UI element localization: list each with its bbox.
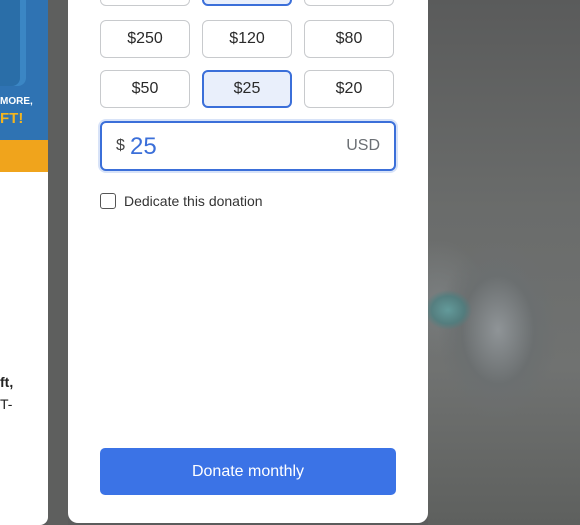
- promo-text-gift: FT!: [0, 110, 24, 127]
- custom-amount-input[interactable]: [128, 131, 332, 163]
- donate-monthly-button[interactable]: Donate monthly: [100, 448, 396, 495]
- dedicate-row[interactable]: Dedicate this donation: [100, 193, 263, 209]
- amount-option-50[interactable]: $50: [100, 70, 190, 108]
- promo-bar: [0, 140, 48, 172]
- currency-sign: $: [116, 137, 125, 154]
- amount-option-20[interactable]: $20: [304, 70, 394, 108]
- amount-option-250[interactable]: $250: [100, 20, 190, 58]
- dedicate-label[interactable]: Dedicate this donation: [124, 193, 263, 209]
- amount-option-hidden[interactable]: [100, 0, 190, 6]
- currency-code: USD: [346, 137, 380, 154]
- amount-option-120[interactable]: $120: [202, 20, 292, 58]
- background-overlay: [48, 0, 68, 525]
- donation-modal: $250 $120 $80 $50 $25 $20 $ USD Dedicate…: [68, 0, 428, 523]
- amount-option-80[interactable]: $80: [304, 20, 394, 58]
- promo-text-more: MORE,: [0, 96, 33, 107]
- custom-amount-field[interactable]: $ USD: [100, 121, 396, 171]
- campaign-panel: MORE, FT! ft, T-: [0, 0, 48, 525]
- dedicate-checkbox[interactable]: [100, 193, 116, 209]
- amount-option-hidden[interactable]: [304, 0, 394, 6]
- background-photo: [428, 0, 580, 525]
- background-photo-detail: [428, 270, 488, 370]
- campaign-text-line: ft,: [0, 374, 14, 390]
- campaign-text-line: T-: [0, 396, 13, 412]
- tshirt-image: [0, 0, 26, 86]
- promo-banner: MORE, FT!: [0, 0, 48, 172]
- amount-option-hidden[interactable]: [202, 0, 292, 6]
- amount-option-25[interactable]: $25: [202, 70, 292, 108]
